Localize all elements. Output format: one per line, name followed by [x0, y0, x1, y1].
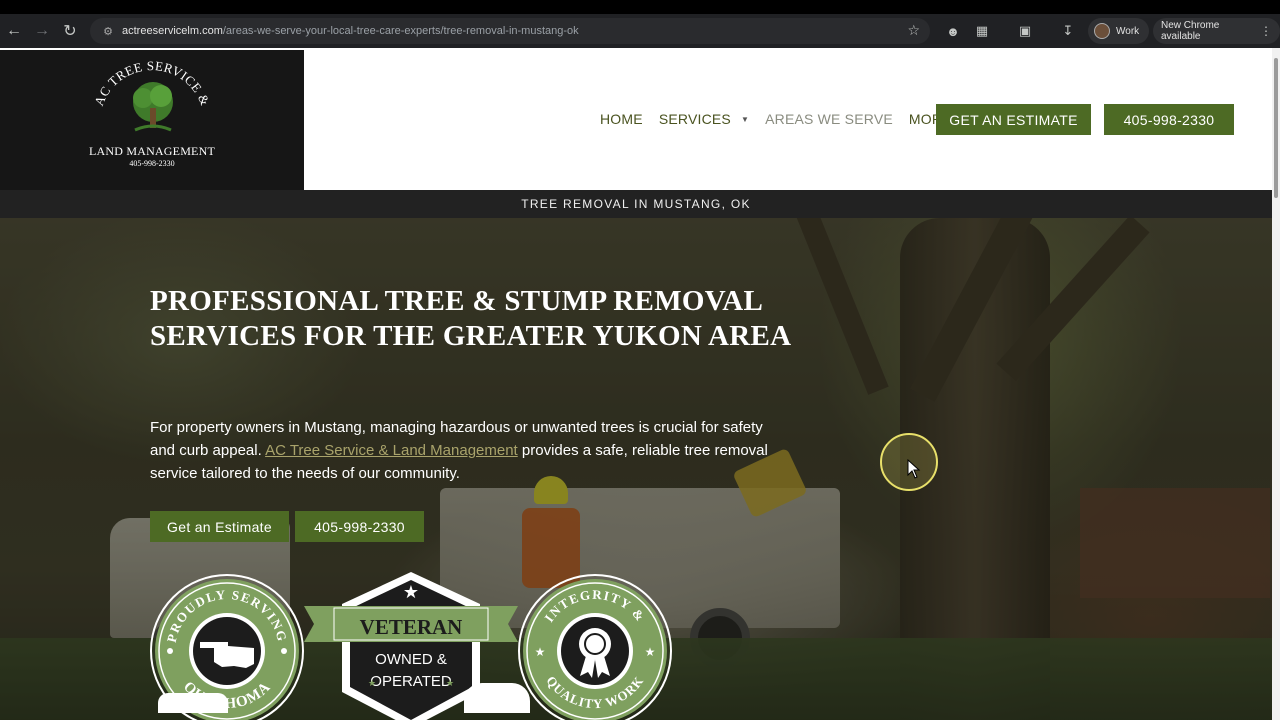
nav-item-label: SERVICES [658, 111, 731, 127]
hero-phone-button[interactable]: 405-998-2330 [295, 511, 424, 542]
reload-icon[interactable]: ↻ [56, 17, 84, 45]
company-link[interactable]: AC Tree Service & Land Management [265, 442, 518, 459]
site-info-icon[interactable]: ⚙ [98, 21, 118, 41]
svg-text:★: ★ [368, 678, 376, 688]
nav-item-label: HOME [600, 111, 643, 127]
logo-container[interactable]: AC TREE SERVICE & LAND MANAGEMENT 405-99… [0, 50, 304, 190]
integrity-quality-badge: ★ ★ INTEGRITY & QUALITY WORK [518, 574, 672, 720]
profile-label: Work [1116, 25, 1140, 37]
extension-icon[interactable]: ☻ [943, 21, 963, 41]
decorative-shape [464, 683, 530, 713]
logo-phone: 405-998-2330 [129, 159, 175, 168]
download-icon[interactable]: ↧ [1058, 21, 1078, 41]
nav-item-label: AREAS WE SERVE [765, 111, 893, 127]
tab-search-icon[interactable]: ▣ [1015, 21, 1035, 41]
avatar [1094, 23, 1110, 39]
hero-estimate-button[interactable]: Get an Estimate [150, 511, 289, 542]
site-header: AC TREE SERVICE & LAND MANAGEMENT 405-99… [0, 48, 1272, 190]
breadcrumb-text: TREE REMOVAL IN MUSTANG, OK [521, 197, 751, 211]
url-path: /areas-we-serve-your-local-tree-care-exp… [222, 25, 579, 37]
svg-text:OWNED &: OWNED & [375, 651, 447, 668]
url-text[interactable]: actreeservicelm.com/areas-we-serve-your-… [122, 25, 579, 37]
top-band [0, 0, 1280, 14]
nav-item-areas-we-serve[interactable]: AREAS WE SERVE [765, 111, 893, 127]
url-domain: actreeservicelm.com [122, 25, 223, 37]
svg-text:★: ★ [403, 582, 419, 602]
page-scrollbar[interactable] [1272, 48, 1280, 720]
hero-paragraph: For property owners in Mustang, managing… [150, 416, 770, 485]
hero-section: PROFESSIONAL TREE & STUMP REMOVAL SERVIC… [0, 218, 1272, 720]
web-page: AC TREE SERVICE & LAND MANAGEMENT 405-99… [0, 48, 1272, 720]
address-bar[interactable]: ⚙ actreeservicelm.com/areas-we-serve-you… [90, 18, 930, 44]
svg-text:OPERATED: OPERATED [370, 673, 452, 690]
chrome-update-chip[interactable]: New Chrome available ⋮ [1153, 18, 1280, 44]
get-estimate-button[interactable]: GET AN ESTIMATE [936, 104, 1091, 135]
scrollbar-thumb[interactable] [1274, 58, 1278, 198]
logo-name: LAND MANAGEMENT [89, 144, 215, 158]
puzzle-icon[interactable]: ▦ [972, 21, 992, 41]
back-arrow-icon[interactable]: ← [0, 17, 28, 45]
svg-text:★: ★ [645, 645, 656, 659]
kebab-menu-icon[interactable]: ⋮ [1260, 24, 1272, 38]
breadcrumb: TREE REMOVAL IN MUSTANG, OK [0, 190, 1272, 218]
nav-item-home[interactable]: HOME [600, 111, 643, 127]
hero-title-line1: PROFESSIONAL TREE & STUMP REMOVAL [150, 285, 764, 317]
profile-chip[interactable]: Work [1088, 18, 1150, 44]
browser-toolbar: ← → ↻ ⚙ actreeservicelm.com/areas-we-ser… [0, 14, 1280, 48]
svg-text:VETERAN: VETERAN [360, 615, 463, 639]
hero-title: PROFESSIONAL TREE & STUMP REMOVAL SERVIC… [150, 284, 870, 354]
phone-button[interactable]: 405-998-2330 [1104, 104, 1234, 135]
star-icon[interactable]: ☆ [907, 22, 920, 39]
update-label: New Chrome available [1161, 20, 1220, 42]
site-logo[interactable]: AC TREE SERVICE & LAND MANAGEMENT 405-99… [87, 60, 217, 180]
svg-text:★: ★ [446, 678, 454, 688]
tree-logo-icon [133, 82, 173, 132]
mouse-cursor-icon [907, 459, 921, 479]
main-nav: HOMESERVICES▼AREAS WE SERVEMORE▼ [600, 103, 986, 135]
forward-arrow-icon[interactable]: → [28, 17, 56, 45]
svg-text:★: ★ [535, 645, 546, 659]
decorative-shape [158, 693, 228, 713]
hero-title-line2: SERVICES FOR THE GREATER YUKON AREA [150, 320, 792, 352]
caret-down-icon[interactable]: ▼ [741, 115, 749, 124]
nav-item-services[interactable]: SERVICES ▼ [659, 111, 749, 127]
